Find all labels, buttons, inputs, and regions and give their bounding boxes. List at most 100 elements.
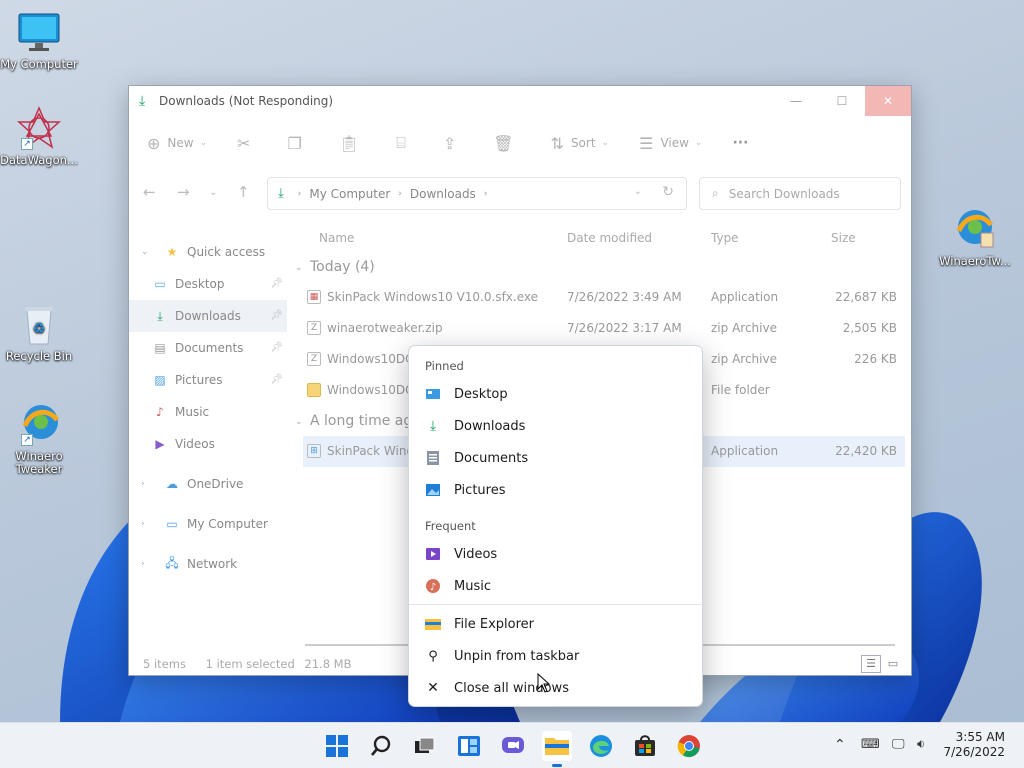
chevron-right-icon[interactable]: › (141, 479, 153, 489)
nav-my-computer[interactable]: › ▭ My Computer (129, 508, 287, 540)
status-item-count: 5 items (143, 657, 186, 671)
nav-item-music[interactable]: ♪ Music (129, 396, 287, 428)
download-icon: ⤓ (278, 186, 284, 201)
file-explorer-taskbar-button[interactable] (542, 731, 572, 767)
chevron-down-icon[interactable]: ⌄ (634, 186, 642, 197)
download-icon: ⤓ (429, 418, 437, 434)
jumplist-item-documents[interactable]: Documents (409, 442, 702, 474)
chevron-down-icon: ⌄ (199, 138, 208, 148)
search-icon (371, 735, 391, 756)
chevron-down-icon[interactable]: ⌄ (141, 247, 153, 257)
svg-text:♪: ♪ (430, 582, 436, 593)
video-icon: ▶ (155, 437, 165, 451)
jumplist-item-downloads[interactable]: ⤓ Downloads (409, 410, 702, 442)
show-hidden-icons-chevron-icon[interactable]: ⌃ (834, 737, 846, 753)
chat-icon (502, 737, 524, 753)
desktop-icon-recycle-bin[interactable]: ♻ Recycle Bin (0, 302, 81, 363)
breadcrumb-downloads[interactable]: Downloads (410, 187, 476, 201)
zip-icon: Z (307, 321, 321, 335)
minimize-button[interactable]: — (773, 86, 819, 116)
status-bar: 5 items 1 item selected 21.8 MB (143, 657, 368, 671)
recycle-bin-icon: ♻ (17, 302, 61, 346)
active-indicator (552, 764, 562, 767)
nav-item-pictures[interactable]: ▨ Pictures 📌︎ (129, 364, 287, 396)
recent-chevron-icon[interactable]: ⌄ (209, 187, 217, 198)
copy-icon: ❐ (287, 133, 302, 153)
chrome-icon (677, 735, 700, 758)
desktop-icon-winaero-tweaker-2[interactable]: WinaeroTw... (933, 207, 1017, 268)
nav-network[interactable]: › 🖧︎ Network (129, 548, 287, 580)
nav-item-videos[interactable]: ▶ Videos (129, 428, 287, 460)
store-button[interactable] (630, 731, 660, 761)
picture-icon (425, 482, 441, 498)
breadcrumb-my-computer[interactable]: My Computer (309, 187, 390, 201)
nav-item-desktop[interactable]: ▭ Desktop 📌︎ (129, 268, 287, 300)
jumplist-item-desktop[interactable]: Desktop (409, 378, 702, 410)
paste-button[interactable]: 📋︎ (339, 134, 366, 153)
nav-onedrive[interactable]: › ☁ OneDrive (129, 468, 287, 500)
chat-button[interactable] (498, 731, 528, 761)
jumplist-item-videos[interactable]: Videos (409, 538, 702, 570)
more-options-button[interactable]: ··· (732, 135, 748, 151)
nav-item-documents[interactable]: ▤ Documents 📌︎ (129, 332, 287, 364)
sort-button[interactable]: ⇅ Sort ⌄ (551, 134, 610, 153)
jumplist-file-explorer[interactable]: File Explorer (409, 608, 702, 640)
network-monitor-icon[interactable]: 🖵︎ (892, 737, 905, 752)
share-button[interactable]: ⇪ (443, 134, 463, 153)
forward-arrow-icon[interactable]: → (177, 183, 190, 201)
column-header-date[interactable]: Date modified (567, 231, 652, 245)
column-header-name[interactable]: Name (319, 231, 354, 245)
maximize-button[interactable]: ☐ (819, 86, 865, 116)
task-view-button[interactable] (410, 731, 440, 761)
search-input[interactable]: ⌕ Search Downloads (699, 177, 901, 210)
start-button[interactable] (322, 731, 352, 761)
jumplist-item-music[interactable]: ♪ Music (409, 570, 702, 602)
close-icon: ✕ (427, 680, 439, 696)
back-arrow-icon[interactable]: ← (143, 183, 156, 201)
system-clock[interactable]: 3:55 AM 7/26/2022 (943, 730, 1005, 760)
edge-icon (590, 735, 612, 757)
star-icon: ★ (166, 245, 178, 259)
nav-quick-access[interactable]: ⌄ ★ Quick access (129, 236, 287, 268)
desktop-icon-datawagon[interactable]: ↗ DataWagon... (0, 106, 81, 167)
tiles-view-icon[interactable]: ▭ (883, 655, 903, 673)
keyboard-icon[interactable]: ⌨ (861, 737, 880, 752)
close-button[interactable]: ✕ (865, 86, 911, 116)
breadcrumb-separator-icon: › (483, 188, 488, 199)
chevron-right-icon[interactable]: › (141, 519, 153, 529)
clock-time: 3:55 AM (955, 730, 1005, 744)
copy-button[interactable]: ❐ (288, 134, 309, 153)
volume-icon[interactable]: 🔉︎ (917, 737, 925, 752)
jumplist-item-pictures[interactable]: Pictures (409, 474, 702, 506)
pin-icon: 📌︎ (270, 342, 283, 353)
refresh-icon[interactable]: ↻ (662, 184, 674, 200)
cut-button[interactable]: ✂ (237, 134, 257, 153)
details-view-icon[interactable]: ☰ (861, 655, 881, 673)
desktop-icon-my-computer[interactable]: My Computer (0, 10, 81, 71)
search-button[interactable] (366, 731, 396, 761)
document-icon (425, 450, 441, 466)
file-row[interactable]: ▦ SkinPack Windows10 V10.0.sfx.exe 7/26/… (293, 282, 905, 313)
nav-item-downloads[interactable]: ⤓ Downloads 📌︎ (129, 300, 287, 332)
chrome-button[interactable] (674, 731, 704, 761)
group-today[interactable]: ⌄ Today (4) (293, 252, 905, 282)
up-arrow-icon[interactable]: ↑ (237, 183, 250, 201)
address-bar[interactable]: ⤓ › My Computer › Downloads › ⌄ ↻ (267, 177, 687, 210)
store-bag-icon (635, 735, 655, 756)
new-button[interactable]: ⊕ New ⌄ (147, 134, 207, 153)
widgets-button[interactable] (454, 731, 484, 761)
rename-button[interactable]: ⌸ (396, 133, 413, 153)
delete-button[interactable]: 🗑︎ (493, 134, 520, 153)
desktop-icon-winaero-tweaker[interactable]: ↗ Winaero Tweaker (0, 402, 81, 476)
title-bar[interactable]: ⤓ Downloads (Not Responding) — ☐ ✕ (129, 86, 911, 116)
share-icon: ⇪ (442, 133, 457, 153)
chevron-right-icon[interactable]: › (141, 559, 153, 569)
column-header-size[interactable]: Size (831, 231, 856, 245)
jumplist-close-all[interactable]: ✕ Close all windows (409, 672, 702, 704)
breadcrumb-separator-icon: › (398, 188, 402, 199)
file-row[interactable]: Z winaerotweaker.zip 7/26/2022 3:17 AM z… (293, 313, 905, 344)
edge-button[interactable] (586, 731, 616, 761)
view-button[interactable]: ☰ View ⌄ (639, 134, 702, 153)
jumplist-unpin[interactable]: ⚲ Unpin from taskbar (409, 640, 702, 672)
column-header-type[interactable]: Type (711, 231, 739, 245)
